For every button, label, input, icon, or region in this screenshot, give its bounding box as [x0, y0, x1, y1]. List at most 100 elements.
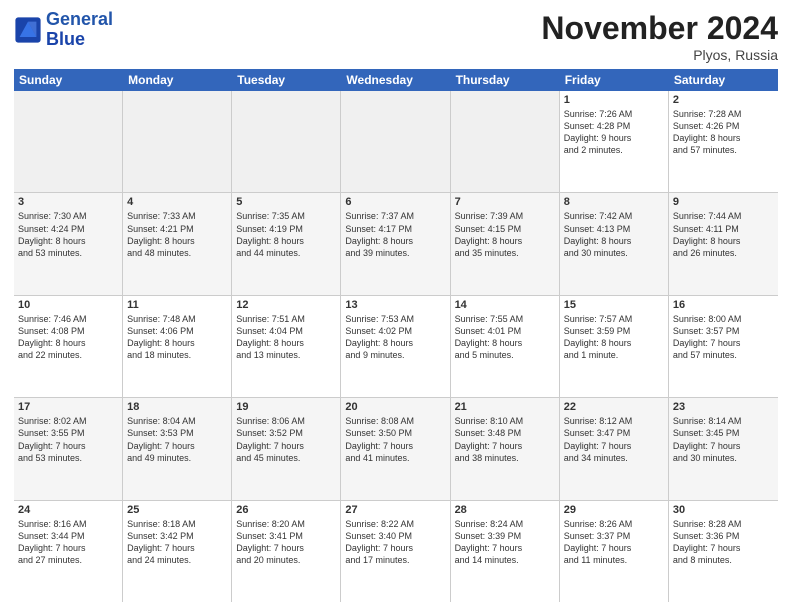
cell-info: Sunrise: 7:51 AM Sunset: 4:04 PM Dayligh… [236, 313, 336, 362]
calendar-cell [232, 91, 341, 192]
day-number: 12 [236, 299, 336, 311]
calendar-cell: 23 Sunrise: 8:14 AM Sunset: 3:45 PM Dayli… [669, 398, 778, 499]
day-number: 8 [564, 196, 664, 208]
day-number: 25 [127, 504, 227, 516]
day-number: 10 [18, 299, 118, 311]
calendar: SundayMondayTuesdayWednesdayThursdayFrid… [14, 69, 778, 602]
cell-info: Sunrise: 7:39 AM Sunset: 4:15 PM Dayligh… [455, 210, 555, 259]
calendar-cell: 21 Sunrise: 8:10 AM Sunset: 3:48 PM Dayli… [451, 398, 560, 499]
calendar-cell: 15Sunrise: 7:57 AM Sunset: 3:59 PM Dayli… [560, 296, 669, 397]
calendar-cell: 25 Sunrise: 8:18 AM Sunset: 3:42 PM Dayli… [123, 501, 232, 602]
calendar-cell [341, 91, 450, 192]
header-day-saturday: Saturday [669, 69, 778, 91]
calendar-body: 1 Sunrise: 7:26 AM Sunset: 4:28 PM Daylig… [14, 91, 778, 602]
day-number: 22 [564, 401, 664, 413]
cell-info: Sunrise: 8:02 AM Sunset: 3:55 PM Dayligh… [18, 415, 118, 464]
logo-line1: General [46, 10, 113, 30]
calendar-week-5: 24Sunrise: 8:16 AM Sunset: 3:44 PM Dayli… [14, 501, 778, 602]
calendar-cell: 29 Sunrise: 8:26 AM Sunset: 3:37 PM Dayli… [560, 501, 669, 602]
calendar-week-2: 3 Sunrise: 7:30 AM Sunset: 4:24 PM Daylig… [14, 193, 778, 295]
cell-info: Sunrise: 8:12 AM Sunset: 3:47 PM Dayligh… [564, 415, 664, 464]
day-number: 5 [236, 196, 336, 208]
calendar-cell: 22 Sunrise: 8:12 AM Sunset: 3:47 PM Dayli… [560, 398, 669, 499]
calendar-week-3: 10 Sunrise: 7:46 AM Sunset: 4:08 PM Dayli… [14, 296, 778, 398]
day-number: 1 [564, 94, 664, 106]
calendar-cell: 26Sunrise: 8:20 AM Sunset: 3:41 PM Dayli… [232, 501, 341, 602]
calendar-cell [14, 91, 123, 192]
calendar-cell: 17 Sunrise: 8:02 AM Sunset: 3:55 PM Dayli… [14, 398, 123, 499]
calendar-cell: 30 Sunrise: 8:28 AM Sunset: 3:36 PM Dayli… [669, 501, 778, 602]
day-number: 13 [345, 299, 445, 311]
calendar-cell: 20Sunrise: 8:08 AM Sunset: 3:50 PM Dayli… [341, 398, 450, 499]
header-day-sunday: Sunday [14, 69, 123, 91]
day-number: 23 [673, 401, 774, 413]
day-number: 14 [455, 299, 555, 311]
day-number: 19 [236, 401, 336, 413]
cell-info: Sunrise: 7:44 AM Sunset: 4:11 PM Dayligh… [673, 210, 774, 259]
cell-info: Sunrise: 8:28 AM Sunset: 3:36 PM Dayligh… [673, 518, 774, 567]
logo-text: General Blue [46, 10, 113, 50]
cell-info: Sunrise: 7:57 AM Sunset: 3:59 PM Dayligh… [564, 313, 664, 362]
calendar-cell: 28Sunrise: 8:24 AM Sunset: 3:39 PM Dayli… [451, 501, 560, 602]
calendar-cell: 3 Sunrise: 7:30 AM Sunset: 4:24 PM Daylig… [14, 193, 123, 294]
day-number: 29 [564, 504, 664, 516]
cell-info: Sunrise: 8:26 AM Sunset: 3:37 PM Dayligh… [564, 518, 664, 567]
day-number: 18 [127, 401, 227, 413]
cell-info: Sunrise: 7:37 AM Sunset: 4:17 PM Dayligh… [345, 210, 445, 259]
cell-info: Sunrise: 7:53 AM Sunset: 4:02 PM Dayligh… [345, 313, 445, 362]
location: Plyos, Russia [541, 47, 778, 63]
calendar-cell: 19 Sunrise: 8:06 AM Sunset: 3:52 PM Dayli… [232, 398, 341, 499]
day-number: 16 [673, 299, 774, 311]
calendar-cell [451, 91, 560, 192]
header-day-friday: Friday [560, 69, 669, 91]
cell-info: Sunrise: 7:30 AM Sunset: 4:24 PM Dayligh… [18, 210, 118, 259]
cell-info: Sunrise: 7:46 AM Sunset: 4:08 PM Dayligh… [18, 313, 118, 362]
calendar-cell: 9 Sunrise: 7:44 AM Sunset: 4:11 PM Daylig… [669, 193, 778, 294]
cell-info: Sunrise: 8:04 AM Sunset: 3:53 PM Dayligh… [127, 415, 227, 464]
cell-info: Sunrise: 7:33 AM Sunset: 4:21 PM Dayligh… [127, 210, 227, 259]
day-number: 11 [127, 299, 227, 311]
page: General Blue November 2024 Plyos, Russia… [0, 0, 792, 612]
cell-info: Sunrise: 8:14 AM Sunset: 3:45 PM Dayligh… [673, 415, 774, 464]
day-number: 21 [455, 401, 555, 413]
header-day-tuesday: Tuesday [232, 69, 341, 91]
cell-info: Sunrise: 8:00 AM Sunset: 3:57 PM Dayligh… [673, 313, 774, 362]
title-block: November 2024 Plyos, Russia [541, 10, 778, 63]
day-number: 9 [673, 196, 774, 208]
cell-info: Sunrise: 8:16 AM Sunset: 3:44 PM Dayligh… [18, 518, 118, 567]
day-number: 3 [18, 196, 118, 208]
cell-info: Sunrise: 7:42 AM Sunset: 4:13 PM Dayligh… [564, 210, 664, 259]
cell-info: Sunrise: 8:20 AM Sunset: 3:41 PM Dayligh… [236, 518, 336, 567]
day-number: 17 [18, 401, 118, 413]
day-number: 4 [127, 196, 227, 208]
logo-icon [14, 16, 42, 44]
logo: General Blue [14, 10, 113, 50]
calendar-cell: 1 Sunrise: 7:26 AM Sunset: 4:28 PM Daylig… [560, 91, 669, 192]
calendar-cell: 24Sunrise: 8:16 AM Sunset: 3:44 PM Dayli… [14, 501, 123, 602]
day-number: 2 [673, 94, 774, 106]
calendar-cell: 13 Sunrise: 7:53 AM Sunset: 4:02 PM Dayli… [341, 296, 450, 397]
cell-info: Sunrise: 8:10 AM Sunset: 3:48 PM Dayligh… [455, 415, 555, 464]
calendar-week-4: 17 Sunrise: 8:02 AM Sunset: 3:55 PM Dayli… [14, 398, 778, 500]
calendar-cell: 2Sunrise: 7:28 AM Sunset: 4:26 PM Daylig… [669, 91, 778, 192]
day-number: 7 [455, 196, 555, 208]
header: General Blue November 2024 Plyos, Russia [14, 10, 778, 63]
header-day-wednesday: Wednesday [341, 69, 450, 91]
calendar-cell: 14 Sunrise: 7:55 AM Sunset: 4:01 PM Dayli… [451, 296, 560, 397]
cell-info: Sunrise: 8:24 AM Sunset: 3:39 PM Dayligh… [455, 518, 555, 567]
calendar-cell: 11Sunrise: 7:48 AM Sunset: 4:06 PM Dayli… [123, 296, 232, 397]
cell-info: Sunrise: 8:18 AM Sunset: 3:42 PM Dayligh… [127, 518, 227, 567]
calendar-cell: 12 Sunrise: 7:51 AM Sunset: 4:04 PM Dayli… [232, 296, 341, 397]
cell-info: Sunrise: 7:26 AM Sunset: 4:28 PM Dayligh… [564, 108, 664, 157]
header-day-thursday: Thursday [451, 69, 560, 91]
cell-info: Sunrise: 8:22 AM Sunset: 3:40 PM Dayligh… [345, 518, 445, 567]
cell-info: Sunrise: 7:55 AM Sunset: 4:01 PM Dayligh… [455, 313, 555, 362]
calendar-cell: 27Sunrise: 8:22 AM Sunset: 3:40 PM Dayli… [341, 501, 450, 602]
calendar-week-1: 1 Sunrise: 7:26 AM Sunset: 4:28 PM Daylig… [14, 91, 778, 193]
cell-info: Sunrise: 8:08 AM Sunset: 3:50 PM Dayligh… [345, 415, 445, 464]
calendar-cell: 8 Sunrise: 7:42 AM Sunset: 4:13 PM Daylig… [560, 193, 669, 294]
cell-info: Sunrise: 7:35 AM Sunset: 4:19 PM Dayligh… [236, 210, 336, 259]
cell-info: Sunrise: 8:06 AM Sunset: 3:52 PM Dayligh… [236, 415, 336, 464]
day-number: 6 [345, 196, 445, 208]
day-number: 30 [673, 504, 774, 516]
